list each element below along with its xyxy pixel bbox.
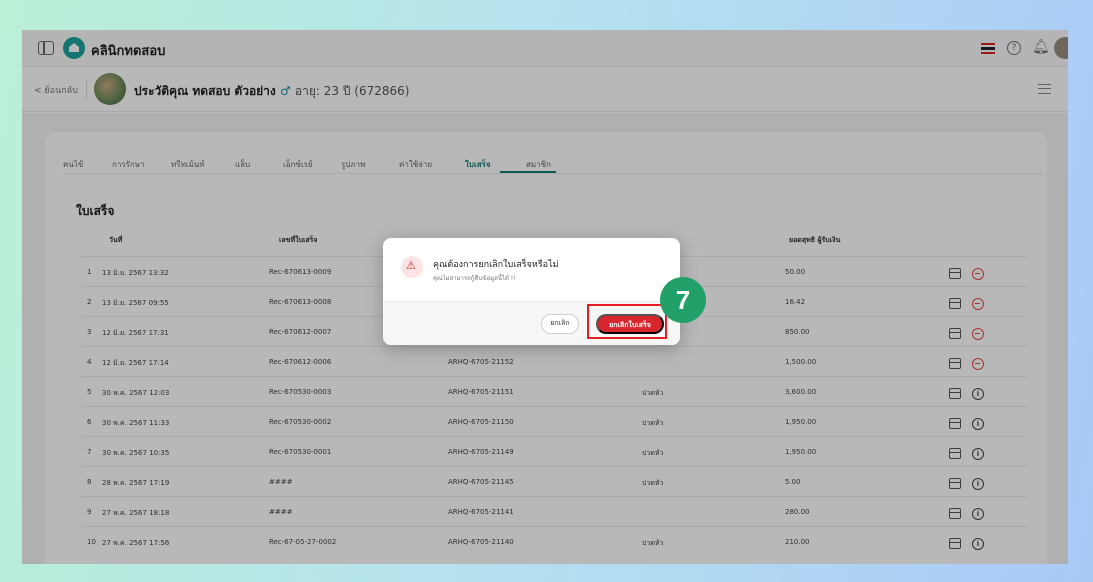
dialog-title: คุณต้องการยกเลิกใบเสร็จหรือไม่ bbox=[433, 260, 559, 270]
step-badge: 7 bbox=[660, 277, 706, 323]
app-window: คลินิกทดสอบ ? 🔔︎ < ย้อนกลับ ประวัติคุณ ท… bbox=[22, 30, 1068, 564]
warning-icon bbox=[401, 256, 423, 278]
highlight-box bbox=[587, 304, 667, 339]
dialog-subtitle: คุณไม่สามารถกู้คืนข้อมูลนี้ได้ !! bbox=[433, 275, 516, 282]
dismiss-button[interactable]: ยกเลิก bbox=[541, 314, 579, 334]
